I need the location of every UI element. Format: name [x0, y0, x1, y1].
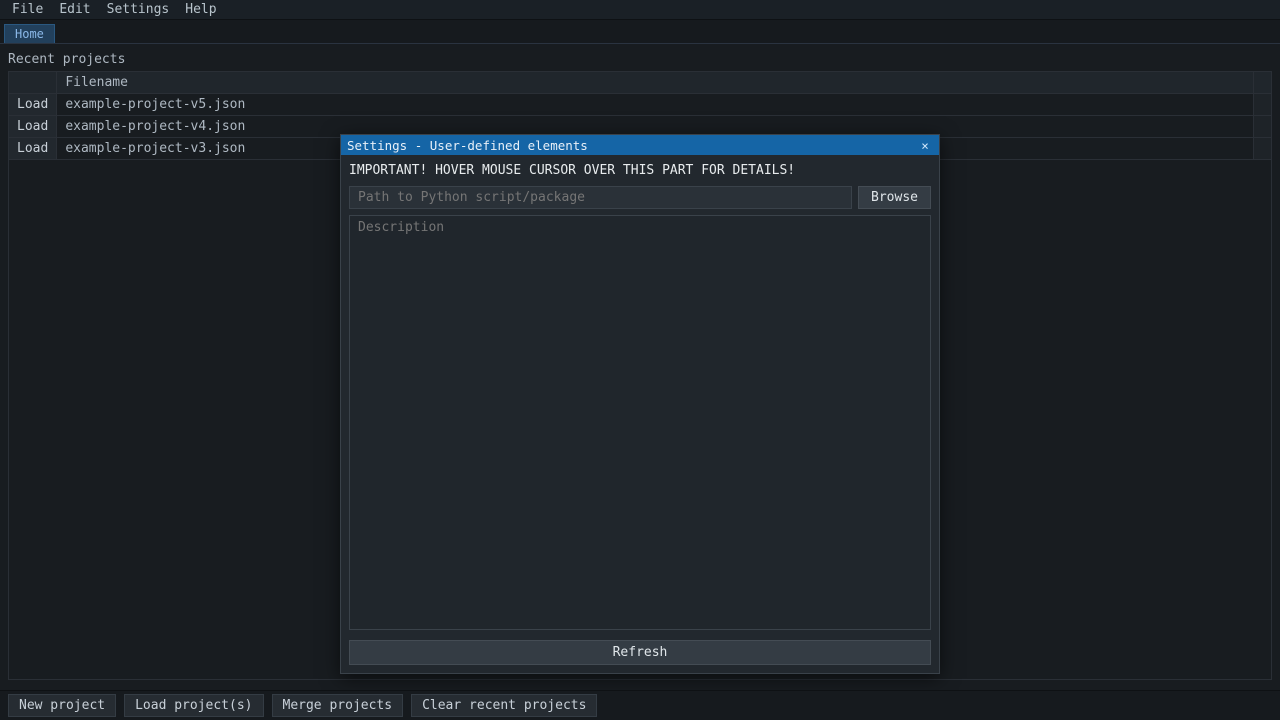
menu-edit[interactable]: Edit [51, 0, 98, 19]
refresh-button[interactable]: Refresh [349, 640, 931, 665]
load-projects-button[interactable]: Load project(s) [124, 694, 263, 717]
recent-spacer [1254, 138, 1272, 160]
recent-col-spacer [1254, 72, 1272, 94]
recent-col-load [9, 72, 57, 94]
clear-recent-projects-button[interactable]: Clear recent projects [411, 694, 597, 717]
menubar: File Edit Settings Help [0, 0, 1280, 20]
menu-help[interactable]: Help [177, 0, 224, 19]
main-area: Recent projects Filename Load example-pr… [0, 44, 1280, 690]
python-path-input[interactable] [349, 186, 852, 209]
table-row: Load example-project-v5.json [9, 94, 1272, 116]
recent-filename: example-project-v5.json [57, 94, 1254, 116]
description-textarea[interactable] [349, 215, 931, 630]
menu-file[interactable]: File [4, 0, 51, 19]
browse-button[interactable]: Browse [858, 186, 931, 209]
dialog-body: IMPORTANT! HOVER MOUSE CURSOR OVER THIS … [341, 155, 939, 673]
tab-home[interactable]: Home [4, 24, 55, 43]
menu-settings[interactable]: Settings [99, 0, 178, 19]
dialog-title-text: Settings - User-defined elements [347, 138, 588, 153]
dialog-important-text: IMPORTANT! HOVER MOUSE CURSOR OVER THIS … [349, 163, 931, 178]
load-button[interactable]: Load [9, 116, 57, 138]
recent-spacer [1254, 116, 1272, 138]
bottom-action-bar: New project Load project(s) Merge projec… [0, 690, 1280, 720]
merge-projects-button[interactable]: Merge projects [272, 694, 404, 717]
tab-strip: Home [0, 20, 1280, 44]
recent-projects-heading: Recent projects [8, 52, 1272, 67]
close-icon[interactable]: × [917, 138, 933, 153]
new-project-button[interactable]: New project [8, 694, 116, 717]
settings-user-defined-elements-dialog: Settings - User-defined elements × IMPOR… [340, 134, 940, 674]
recent-spacer [1254, 94, 1272, 116]
recent-col-filename: Filename [57, 72, 1254, 94]
load-button[interactable]: Load [9, 138, 57, 160]
load-button[interactable]: Load [9, 94, 57, 116]
dialog-titlebar[interactable]: Settings - User-defined elements × [341, 135, 939, 155]
